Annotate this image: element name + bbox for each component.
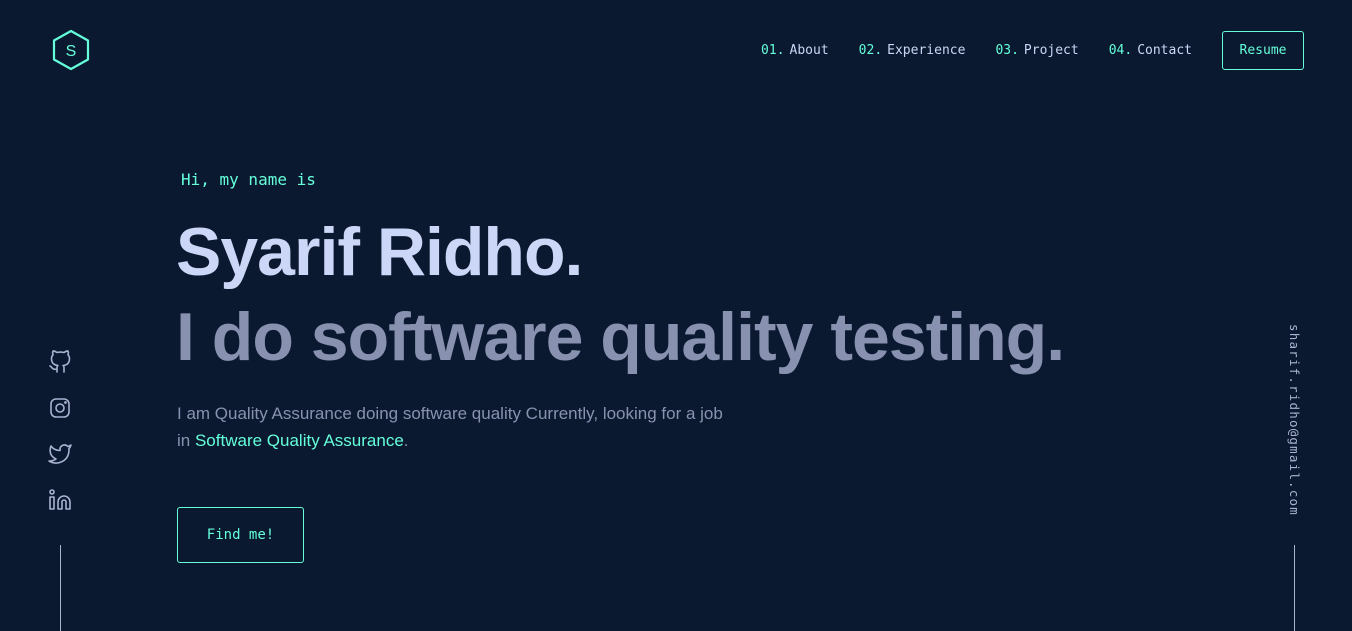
instagram-icon[interactable]: [48, 396, 72, 420]
nav-number: 03.: [995, 43, 1019, 58]
hero-name: Syarif Ridho.: [176, 214, 583, 290]
description-suffix: .: [403, 431, 409, 450]
logo[interactable]: S: [50, 28, 92, 72]
hero-intro: Hi, my name is: [181, 170, 316, 189]
nav-number: 02.: [858, 43, 883, 58]
nav-number: 01.: [761, 43, 785, 58]
social-divider-line: [60, 545, 61, 631]
email-sidebar: sharif.ridho@gmail.com: [1286, 324, 1302, 524]
hero-tagline: I do software quality testing.: [176, 299, 1065, 375]
nav-label: Experience: [887, 43, 966, 58]
hero-description: I am Quality Assurance doing software qu…: [177, 400, 737, 454]
description-highlight-link[interactable]: Software Quality Assurance: [195, 431, 404, 450]
email-link[interactable]: sharif.ridho@gmail.com: [1287, 324, 1302, 516]
nav-label: About: [789, 43, 829, 58]
twitter-icon[interactable]: [48, 442, 72, 466]
main-nav: 01. About 02. Experience 03. Project 04.…: [761, 31, 1304, 70]
nav-item-experience[interactable]: 02. Experience: [859, 43, 966, 58]
nav-item-contact[interactable]: 04. Contact: [1109, 43, 1192, 58]
nav-label: Project: [1023, 43, 1079, 58]
social-links: [48, 350, 72, 534]
find-me-button[interactable]: Find me!: [177, 507, 304, 563]
email-divider-line: [1294, 545, 1295, 631]
nav-item-about[interactable]: 01. About: [761, 43, 829, 58]
nav-item-project[interactable]: 03. Project: [995, 43, 1078, 58]
nav-number: 04.: [1108, 43, 1133, 58]
linkedin-icon[interactable]: [48, 488, 72, 512]
resume-button[interactable]: Resume: [1222, 31, 1304, 70]
nav-label: Contact: [1137, 43, 1192, 58]
logo-letter: S: [66, 43, 77, 60]
github-icon[interactable]: [48, 350, 72, 374]
hexagon-logo-icon: S: [52, 29, 90, 71]
